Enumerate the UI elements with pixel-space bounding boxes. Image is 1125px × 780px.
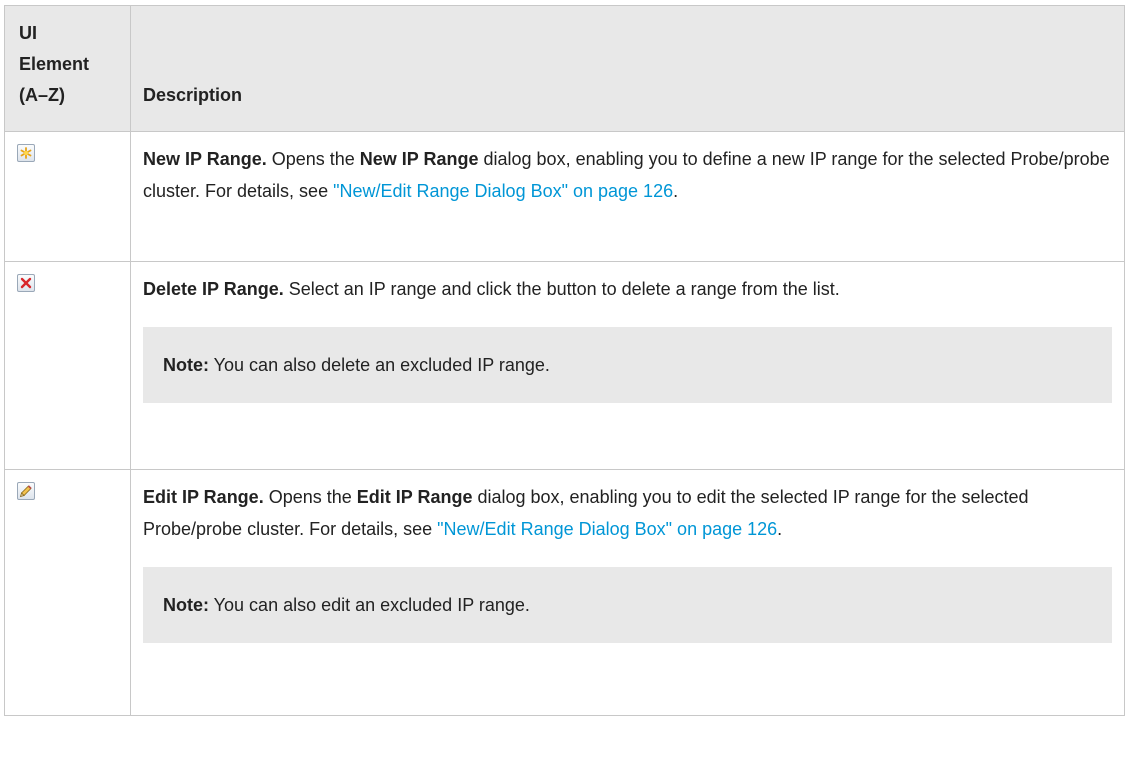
- description-text: Delete IP Range. Select an IP range and …: [143, 273, 1112, 305]
- ui-elements-table: UI Element (A–Z) Description New IP Rang…: [4, 5, 1125, 716]
- table-row-edit-ip-range: Edit IP Range. Opens the Edit IP Range d…: [4, 469, 1125, 716]
- icon-cell: [4, 131, 131, 262]
- description-segment: Opens the: [266, 149, 360, 169]
- description-text: New IP Range. Opens the New IP Range dia…: [143, 143, 1112, 207]
- note-label: Note:: [163, 355, 209, 375]
- icon-cell: [4, 261, 131, 470]
- row-title: Delete IP Range.: [143, 279, 284, 299]
- header-description: Description: [130, 5, 1125, 132]
- header-ui-element-line-2: Element: [19, 54, 90, 74]
- dialog-name: Edit IP Range: [356, 487, 473, 507]
- table-row-delete-ip-range: Delete IP Range. Select an IP range and …: [4, 261, 1125, 470]
- note-box: Note: You can also delete an excluded IP…: [143, 327, 1112, 403]
- delete-x-icon: [17, 274, 35, 292]
- note-label: Note:: [163, 595, 209, 615]
- description-cell: Delete IP Range. Select an IP range and …: [130, 261, 1125, 470]
- header-ui-element-line-1: UI: [19, 23, 37, 43]
- note-text: You can also edit an excluded IP range.: [209, 595, 530, 615]
- description-cell: Edit IP Range. Opens the Edit IP Range d…: [130, 469, 1125, 716]
- description-segment: Opens the: [263, 487, 357, 507]
- header-row: UI Element (A–Z) Description: [4, 5, 1125, 132]
- description-segment: Select an IP range and click the button …: [283, 279, 840, 299]
- description-segment: .: [673, 181, 679, 201]
- description-segment: .: [777, 519, 783, 539]
- new-star-icon: [17, 144, 35, 162]
- new-edit-range-link[interactable]: "New/Edit Range Dialog Box" on page 126: [333, 181, 673, 201]
- description-text: Edit IP Range. Opens the Edit IP Range d…: [143, 481, 1112, 545]
- dialog-name: New IP Range: [359, 149, 479, 169]
- description-cell: New IP Range. Opens the New IP Range dia…: [130, 131, 1125, 262]
- header-ui-element: UI Element (A–Z): [4, 5, 131, 132]
- icon-cell: [4, 469, 131, 716]
- note-text: You can also delete an excluded IP range…: [209, 355, 550, 375]
- note-box: Note: You can also edit an excluded IP r…: [143, 567, 1112, 643]
- table-header: UI Element (A–Z) Description: [4, 5, 1125, 132]
- edit-pencil-icon: [17, 482, 35, 500]
- row-title: New IP Range.: [143, 149, 267, 169]
- row-title: Edit IP Range.: [143, 487, 264, 507]
- table-row-new-ip-range: New IP Range. Opens the New IP Range dia…: [4, 131, 1125, 262]
- header-ui-element-line-3: (A–Z): [19, 85, 65, 105]
- new-edit-range-link[interactable]: "New/Edit Range Dialog Box" on page 126: [437, 519, 777, 539]
